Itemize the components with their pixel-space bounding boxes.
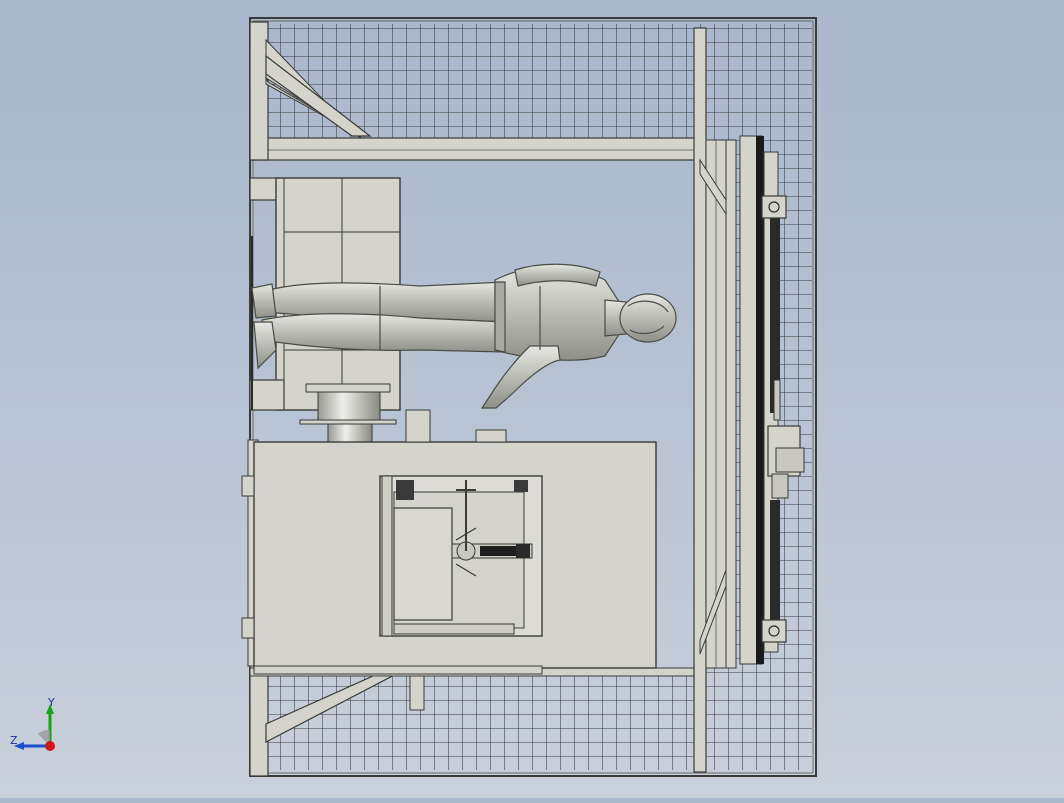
z-axis-label: Z	[10, 734, 18, 747]
top-beam	[249, 137, 701, 161]
rail-end-cap-top	[761, 195, 787, 219]
coordinate-triad[interactable]: Y Z	[8, 698, 68, 758]
right-post	[693, 27, 707, 773]
x-axis-dot	[45, 741, 55, 751]
cad-viewport[interactable]: Y Z	[0, 0, 1064, 798]
top-mesh-panel	[256, 24, 812, 154]
bottom-mesh-panel	[256, 670, 702, 770]
cylinder-post	[317, 391, 381, 423]
robot-cell-base	[241, 409, 657, 711]
model-drawing	[241, 17, 817, 777]
y-axis-label: Y	[47, 698, 55, 709]
rail-end-cap-bottom	[761, 619, 787, 643]
controller-box	[393, 507, 453, 621]
